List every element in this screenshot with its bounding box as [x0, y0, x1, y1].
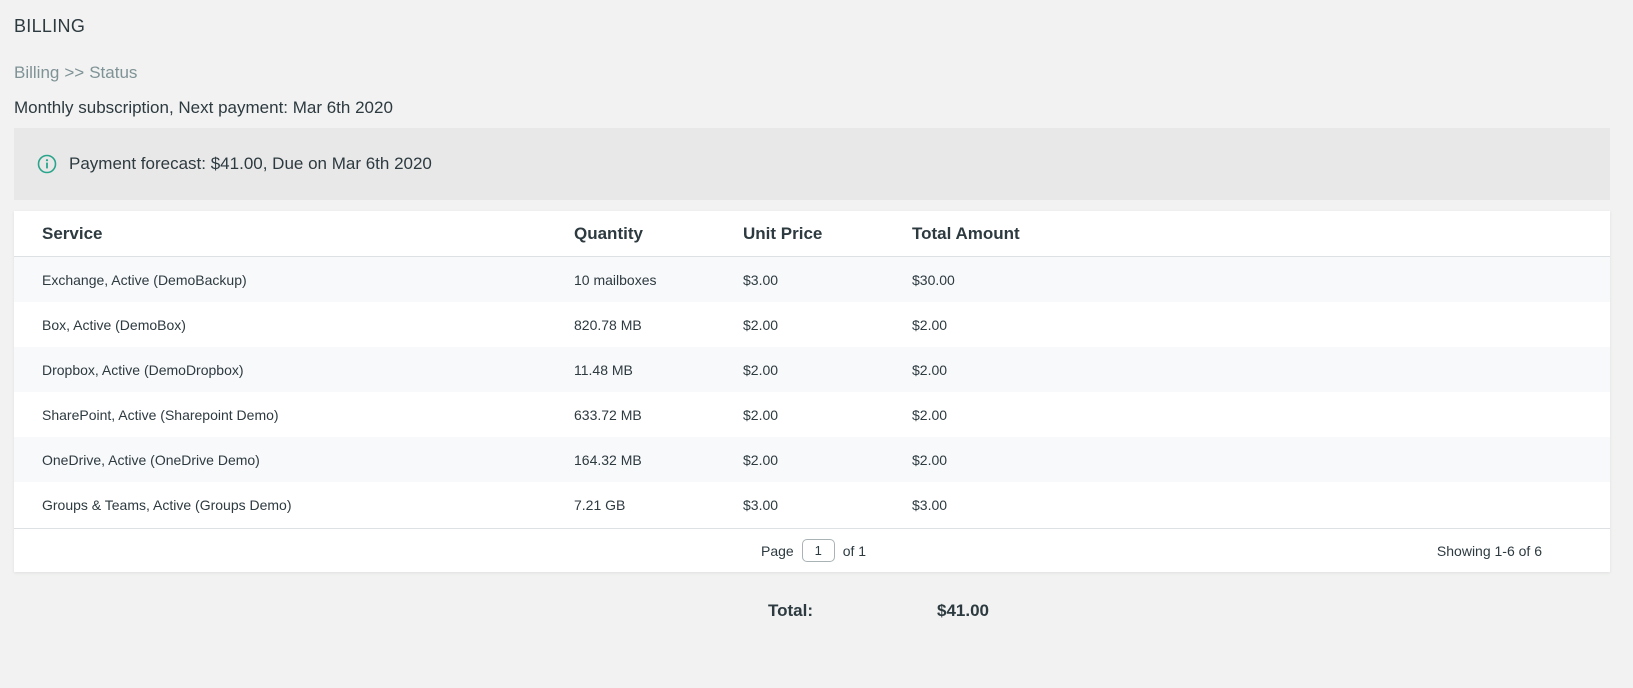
- page-title: BILLING: [14, 16, 86, 36]
- header-unit-price[interactable]: Unit Price: [740, 224, 909, 244]
- service-cell: Dropbox, Active (DemoDropbox): [42, 361, 244, 378]
- quantity-cell: 7.21 GB: [574, 496, 626, 513]
- breadcrumb-current: Status: [89, 63, 138, 82]
- total-amount-cell: $2.00: [912, 451, 948, 468]
- header-total-amount[interactable]: Total Amount: [909, 224, 1309, 244]
- quantity-cell: 820.78 MB: [574, 316, 642, 333]
- service-cell: Groups & Teams, Active (Groups Demo): [42, 496, 292, 513]
- page-number-input[interactable]: [801, 539, 835, 562]
- quantity-cell: 10 mailboxes: [574, 271, 657, 288]
- quantity-cell: 164.32 MB: [574, 451, 642, 468]
- service-cell: OneDrive, Active (OneDrive Demo): [42, 451, 260, 468]
- header-quantity[interactable]: Quantity: [571, 224, 740, 244]
- total-amount-cell: $2.00: [912, 361, 948, 378]
- total-amount-cell: $3.00: [912, 496, 948, 513]
- billing-page: BILLING Billing >> Status Monthly subscrip…: [0, 0, 1633, 688]
- unit-price-cell: $2.00: [743, 361, 779, 378]
- total-amount-cell: $2.00: [912, 316, 948, 333]
- table-row: OneDrive, Active (OneDrive Demo) 164.32 …: [14, 437, 1610, 482]
- table-row: Dropbox, Active (DemoDropbox) 11.48 MB $…: [14, 347, 1610, 392]
- service-cell: Exchange, Active (DemoBackup): [42, 271, 247, 288]
- table-body: Exchange, Active (DemoBackup) 10 mailbox…: [14, 257, 1610, 527]
- payment-forecast-banner: Payment forecast: $41.00, Due on Mar 6th…: [14, 128, 1610, 200]
- table-row: Exchange, Active (DemoBackup) 10 mailbox…: [14, 257, 1610, 302]
- unit-price-cell: $3.00: [743, 271, 779, 288]
- service-cell: SharePoint, Active (Sharepoint Demo): [42, 406, 279, 423]
- breadcrumb-separator: >>: [64, 63, 85, 82]
- subscription-info: Monthly subscription, Next payment: Mar …: [14, 98, 393, 117]
- service-cell: Box, Active (DemoBox): [42, 316, 186, 333]
- unit-price-cell: $3.00: [743, 496, 779, 513]
- total-label: Total:: [768, 601, 814, 620]
- unit-price-cell: $2.00: [743, 316, 779, 333]
- page-label: Page: [761, 542, 794, 559]
- quantity-cell: 633.72 MB: [574, 406, 642, 423]
- billing-table: Service Quantity Unit Price Total Amount…: [14, 211, 1610, 572]
- page-count-label: of 1: [842, 542, 867, 559]
- unit-price-cell: $2.00: [743, 451, 779, 468]
- quantity-cell: 11.48 MB: [574, 361, 633, 378]
- table-row: Box, Active (DemoBox) 820.78 MB $2.00 $2…: [14, 302, 1610, 347]
- pagination: Page of 1: [761, 539, 866, 562]
- table-row: SharePoint, Active (Sharepoint Demo) 633…: [14, 392, 1610, 437]
- info-icon: [37, 154, 57, 174]
- table-header: Service Quantity Unit Price Total Amount: [14, 211, 1610, 257]
- unit-price-cell: $2.00: [743, 406, 779, 423]
- showing-count: Showing 1-6 of 6: [1436, 543, 1542, 559]
- table-footer: Page of 1 Showing 1-6 of 6: [14, 528, 1610, 572]
- breadcrumb-billing-link[interactable]: Billing: [14, 63, 59, 82]
- header-service[interactable]: Service: [14, 224, 571, 244]
- table-row: Groups & Teams, Active (Groups Demo) 7.2…: [14, 482, 1610, 527]
- breadcrumb: Billing >> Status: [14, 63, 137, 83]
- forecast-text: Payment forecast: $41.00, Due on Mar 6th…: [69, 154, 432, 173]
- total-amount-cell: $2.00: [912, 406, 948, 423]
- total-amount-cell: $30.00: [912, 271, 955, 288]
- total-value: $41.00: [937, 601, 989, 620]
